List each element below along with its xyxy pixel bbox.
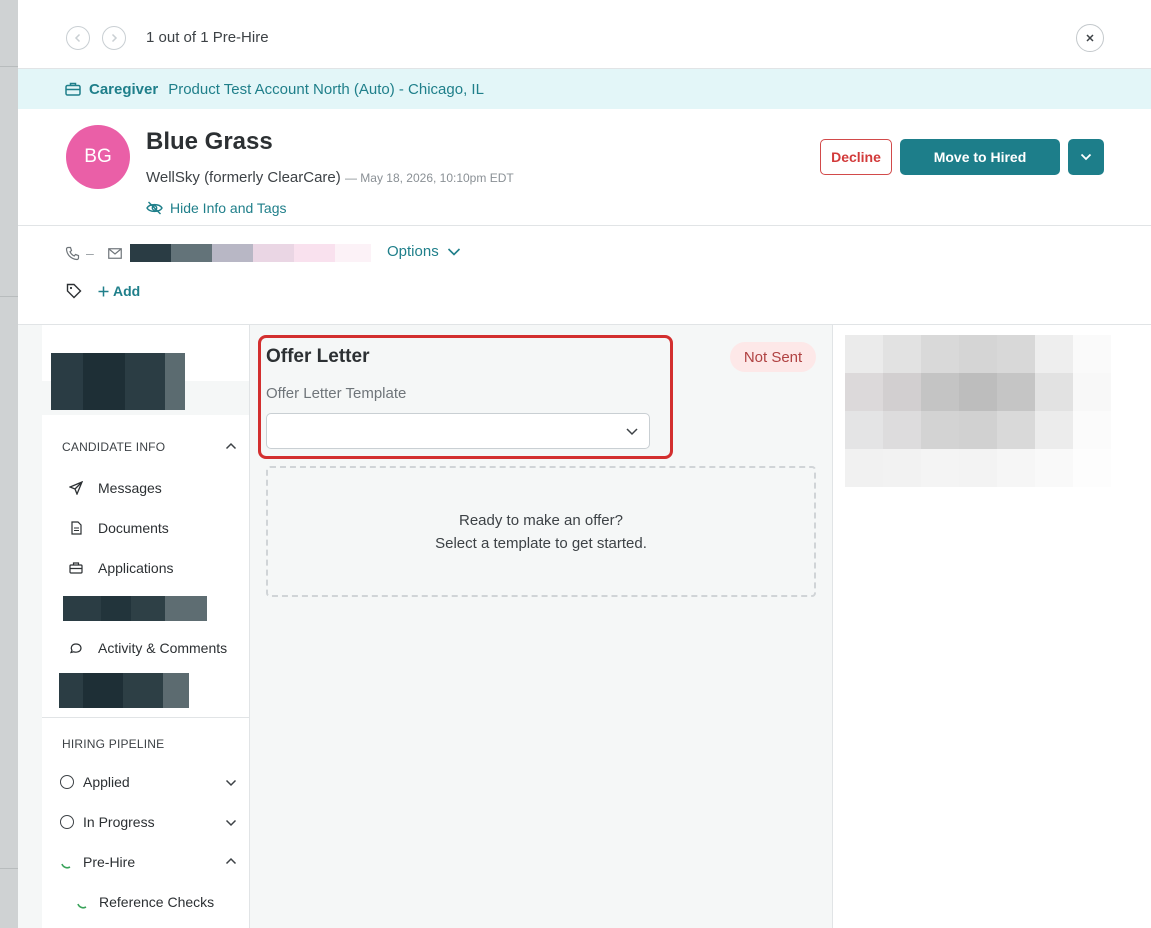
job-banner: Caregiver Product Test Account North (Au… — [18, 69, 1151, 109]
pipeline-stage-label: In Progress — [83, 814, 155, 830]
sidebar-item-applications[interactable]: Applications — [68, 560, 174, 576]
backdrop-divider — [0, 296, 18, 297]
sidebar-item-label: Documents — [98, 520, 169, 536]
chevron-left-icon — [74, 33, 81, 43]
sidebar-item-documents[interactable]: Documents — [68, 520, 169, 536]
sidebar-item-label: Messages — [98, 480, 162, 496]
pipeline-substep-label: Reference Checks — [99, 894, 215, 910]
company-name: WellSky (formerly ClearCare) — [146, 169, 341, 186]
status-badge: Not Sent — [730, 342, 816, 372]
empty-state-line1: Ready to make an offer? — [459, 511, 623, 529]
redacted-content — [845, 335, 1111, 487]
send-icon — [68, 481, 84, 495]
avatar: BG — [66, 125, 130, 189]
briefcase-icon — [65, 82, 81, 96]
chevron-up-icon[interactable] — [225, 857, 237, 865]
tag-icon — [66, 283, 82, 299]
applied-date: — May 18, 2026, 10:10pm EDT — [344, 171, 514, 185]
redacted-block — [63, 596, 207, 621]
chevron-down-icon — [1080, 153, 1092, 161]
add-tag-button[interactable]: Add — [98, 283, 140, 299]
close-icon — [1086, 34, 1094, 42]
top-nav: 1 out of 1 Pre-Hire — [18, 0, 1151, 69]
document-icon — [68, 521, 84, 535]
chevron-up-icon[interactable] — [225, 442, 237, 450]
chevron-down-icon[interactable] — [225, 819, 237, 827]
record-counter: 1 out of 1 Pre-Hire — [146, 29, 269, 46]
pipeline-stage-in-progress[interactable]: In Progress — [60, 814, 155, 830]
pipeline-stage-label: Pre-Hire — [83, 854, 136, 870]
pipeline-substep-reference-checks[interactable]: Reference Checks — [76, 894, 214, 910]
phone-icon — [65, 246, 80, 260]
options-label: Options — [387, 243, 439, 260]
job-account[interactable]: Product Test Account North (Auto) - Chic… — [168, 81, 484, 98]
backdrop-divider — [0, 868, 18, 869]
header-divider — [18, 225, 1151, 226]
candidate-source: WellSky (formerly ClearCare) — May 18, 2… — [146, 169, 514, 186]
chevron-down-icon — [447, 247, 460, 256]
pipeline-stage-applied[interactable]: Applied — [60, 774, 130, 790]
offer-empty-state: Ready to make an offer? Select a templat… — [266, 466, 816, 597]
more-actions-button[interactable] — [1068, 139, 1104, 175]
hide-info-toggle[interactable]: Hide Info and Tags — [146, 200, 287, 216]
sidebar-divider — [42, 717, 249, 718]
progress-ring-icon — [61, 863, 71, 869]
chevron-right-icon — [111, 33, 118, 43]
add-tag-label: Add — [113, 283, 141, 299]
phone-value: – — [86, 245, 94, 261]
contact-row: – — [65, 244, 371, 262]
next-button[interactable] — [102, 26, 126, 50]
candidate-info-header: CANDIDATE INFO — [62, 440, 166, 454]
sidebar-item-label: Applications — [98, 560, 174, 576]
main-body: CANDIDATE INFO Messages Documents Applic… — [18, 325, 1151, 928]
redacted-block — [59, 673, 189, 708]
hide-info-label: Hide Info and Tags — [170, 200, 287, 216]
backdrop-divider — [0, 66, 18, 67]
empty-state-line2: Select a template to get started. — [435, 534, 647, 552]
options-dropdown[interactable]: Options — [387, 243, 461, 260]
mail-icon — [107, 247, 122, 259]
highlight-annotation — [258, 335, 673, 459]
briefcase-icon — [68, 562, 84, 574]
redacted-block — [51, 353, 185, 410]
backdrop — [0, 0, 18, 928]
sidebar-item-label: Activity & Comments — [98, 640, 228, 656]
job-role: Caregiver — [89, 80, 159, 98]
candidate-panel: 1 out of 1 Pre-Hire Caregiver Product Te… — [18, 0, 1151, 928]
sidebar: CANDIDATE INFO Messages Documents Applic… — [42, 325, 250, 928]
stage-status-icon — [60, 815, 74, 829]
progress-ring-icon — [77, 903, 87, 909]
move-to-hired-button[interactable]: Move to Hired — [900, 139, 1060, 175]
email-redacted — [129, 244, 371, 262]
candidate-name: Blue Grass — [146, 128, 273, 155]
pipeline-stage-label: Applied — [83, 774, 130, 790]
sidebar-item-messages[interactable]: Messages — [68, 480, 162, 496]
right-panel — [833, 325, 1151, 928]
stage-status-icon — [60, 775, 74, 789]
sidebar-item-activity[interactable]: Activity & Comments — [68, 640, 227, 656]
hiring-pipeline-header: HIRING PIPELINE — [62, 737, 165, 751]
decline-button[interactable]: Decline — [820, 139, 892, 175]
close-button[interactable] — [1076, 24, 1104, 52]
eye-off-icon — [146, 201, 163, 215]
comment-icon — [68, 642, 84, 655]
previous-button[interactable] — [66, 26, 90, 50]
chevron-down-icon[interactable] — [225, 779, 237, 787]
plus-icon — [98, 286, 109, 296]
pipeline-stage-pre-hire[interactable]: Pre-Hire — [60, 854, 135, 870]
offer-letter-section: Offer Letter Not Sent Offer Letter Templ… — [250, 325, 833, 928]
tags-row: Add — [66, 283, 140, 299]
